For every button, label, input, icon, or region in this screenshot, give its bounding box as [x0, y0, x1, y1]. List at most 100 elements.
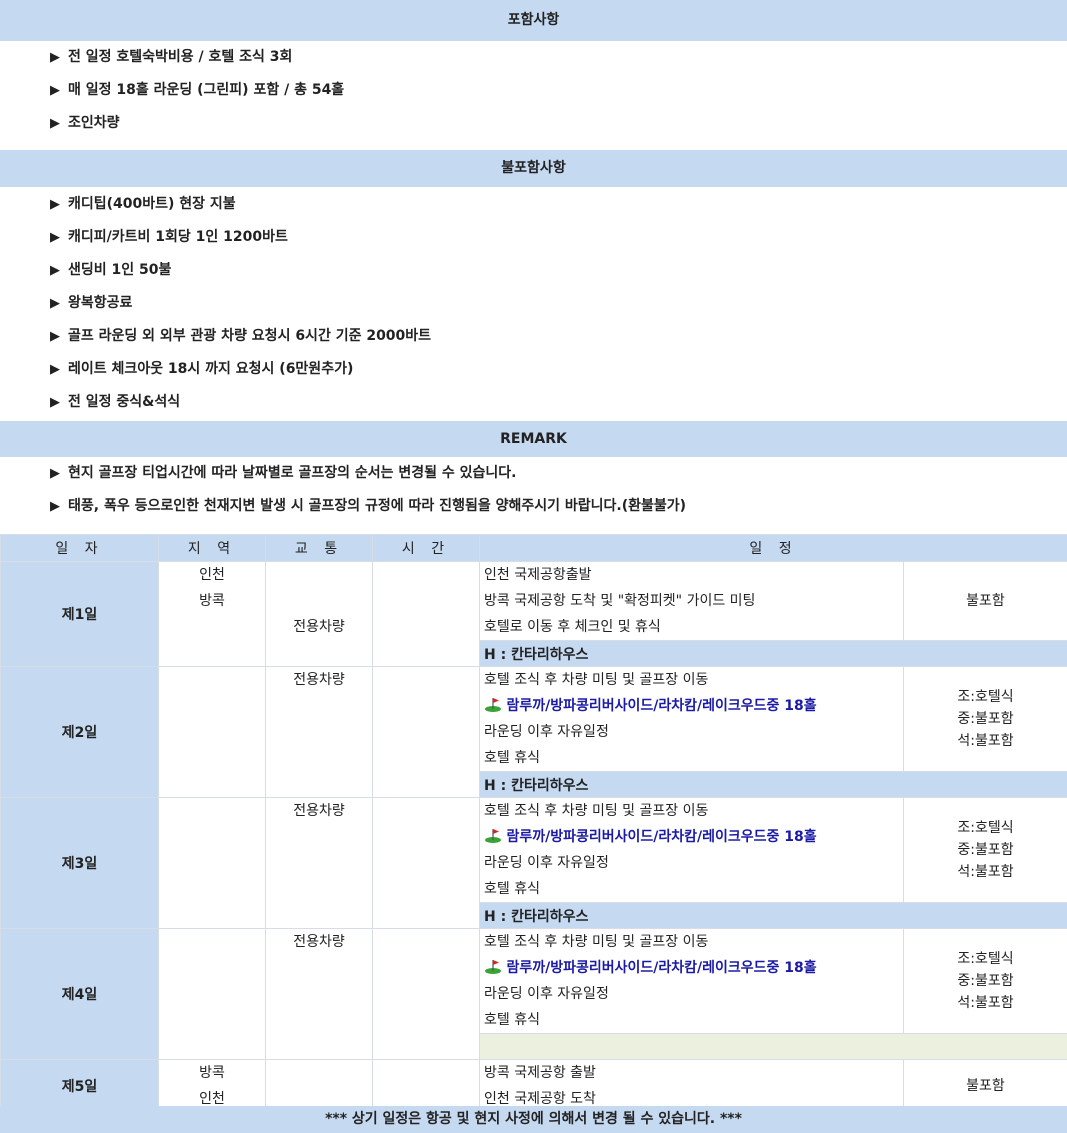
itinerary-cell: 인천 국제공항출발 방콕 국제공항 도착 및 "확정피켓" 가이드 미팅 호텔로…	[479, 561, 904, 641]
golf-flag-icon	[485, 698, 501, 712]
bullet-triangle-icon: ▶	[50, 83, 60, 98]
list-item: ▶ 전 일정 호텔숙박비용 / 호텔 조식 3회	[50, 41, 344, 74]
table-row: 제4일 전용차량 호텔 조식 후 차량 미팅 및 골프장 이동 람루까/방파콩리…	[0, 928, 1067, 1060]
included-list: ▶ 전 일정 호텔숙박비용 / 호텔 조식 3회 ▶ 매 일정 18홀 라운딩 (그…	[50, 41, 344, 140]
bullet-triangle-icon: ▶	[50, 50, 60, 65]
excluded-heading: 불포함사항	[0, 150, 1067, 187]
list-item: ▶ 레이트 체크아웃 18시 까지 요청시 (6만원추가)	[50, 353, 431, 386]
transport-label: 전용차량	[293, 934, 345, 950]
list-item: ▶ 전 일정 중식&석식	[50, 386, 431, 419]
meal-label: 조:호텔식	[957, 689, 1014, 705]
table-row: 제1일 인천 방콕 전용차량 인천 국제공항출발 방콕 국제공항 도착 및 "확…	[0, 561, 1067, 667]
transport-label: 전용차량	[293, 619, 345, 635]
golf-flag-icon	[485, 829, 501, 843]
transport-cell: 전용차량	[265, 797, 373, 929]
list-item: ▶ 조인차량	[50, 107, 344, 140]
itinerary-cell: 호텔 조식 후 차량 미팅 및 골프장 이동 람루까/방파콩리버사이드/라차캄/…	[479, 928, 904, 1034]
bullet-triangle-icon: ▶	[50, 263, 60, 278]
bullet-triangle-icon: ▶	[50, 466, 60, 481]
region-cell	[158, 666, 266, 798]
bullet-triangle-icon: ▶	[50, 362, 60, 377]
transport-cell: 전용차량	[265, 666, 373, 798]
day-label: 제2일	[0, 666, 159, 798]
itinerary-cell: 방콕 국제공항 출발 인천 국제공항 도착	[479, 1059, 904, 1113]
golf-course-line: 람루까/방파콩리버사이드/라차캄/레이크우드중 18홀	[480, 824, 903, 850]
itinerary-line: 호텔 휴식	[484, 881, 540, 897]
region-cell: 인천 방콕	[158, 561, 266, 667]
time-cell	[372, 928, 480, 1060]
list-item: ▶ 현지 골프장 티업시간에 따라 날짜별로 골프장의 순서는 변경될 수 있습니…	[50, 457, 686, 490]
meal-cell: 불포함	[903, 1059, 1067, 1113]
day-label: 제4일	[0, 928, 159, 1060]
itinerary-line: 라운딩 이후 자유일정	[484, 855, 609, 871]
bullet-triangle-icon: ▶	[50, 116, 60, 131]
meal-cell: 조:호텔식 중:불포함 석:불포함	[903, 797, 1067, 903]
day-label: 제1일	[0, 561, 159, 667]
hotel-label: H : 칸타리하우스	[479, 902, 1067, 929]
meal-label: 불포함	[966, 1078, 1005, 1094]
time-cell	[372, 561, 480, 667]
itinerary-line: 인천 국제공항출발	[484, 567, 592, 583]
itinerary-line: 호텔 조식 후 차량 미팅 및 골프장 이동	[484, 803, 709, 819]
col-header-time: 시 간	[372, 534, 480, 562]
col-header-itinerary: 일 정	[479, 534, 1067, 562]
time-cell	[372, 797, 480, 929]
meal-label: 중:불포함	[957, 711, 1014, 727]
list-item: ▶ 왕복항공료	[50, 287, 431, 320]
meal-label: 조:호텔식	[957, 951, 1014, 967]
list-item: ▶ 골프 라운딩 외 외부 관광 차량 요청시 6시간 기준 2000바트	[50, 320, 431, 353]
transport-label: 전용차량	[293, 803, 345, 819]
bullet-triangle-icon: ▶	[50, 329, 60, 344]
transport-cell	[265, 1059, 373, 1113]
bullet-triangle-icon: ▶	[50, 230, 60, 245]
bullet-triangle-icon: ▶	[50, 499, 60, 514]
golf-course-line: 람루까/방파콩리버사이드/라차캄/레이크우드중 18홀	[480, 955, 903, 981]
region-label: 인천	[199, 567, 225, 583]
itinerary-line: 라운딩 이후 자유일정	[484, 986, 609, 1002]
meal-label: 중:불포함	[957, 973, 1014, 989]
itinerary-line: 호텔 조식 후 차량 미팅 및 골프장 이동	[484, 934, 709, 950]
itinerary-line: 라운딩 이후 자유일정	[484, 724, 609, 740]
day-label: 제3일	[0, 797, 159, 929]
itinerary-line: 호텔 휴식	[484, 750, 540, 766]
excluded-list: ▶ 캐디팁(400바트) 현장 지불 ▶ 캐디피/카트비 1회당 1인 1200바트…	[50, 188, 431, 419]
col-header-day: 일 자	[0, 534, 159, 562]
remark-list: ▶ 현지 골프장 티업시간에 따라 날짜별로 골프장의 순서는 변경될 수 있습니…	[50, 457, 686, 523]
list-item: ▶ 샌딩비 1인 50불	[50, 254, 431, 287]
table-row: 제5일 방콕 인천 방콕 국제공항 출발 인천 국제공항 도착 불포함	[0, 1059, 1067, 1113]
meal-cell: 조:호텔식 중:불포함 석:불포함	[903, 928, 1067, 1034]
schedule-table: 일 자 지 역 교 통 시 간 일 정 제1일 인천 방콕 전용차량 인천 국제…	[0, 534, 1067, 1113]
transport-label: 전용차량	[293, 672, 345, 688]
list-item: ▶ 캐디팁(400바트) 현장 지불	[50, 188, 431, 221]
transport-cell: 전용차량	[265, 928, 373, 1060]
meal-cell: 조:호텔식 중:불포함 석:불포함	[903, 666, 1067, 772]
table-row: 제3일 전용차량 호텔 조식 후 차량 미팅 및 골프장 이동 람루까/방파콩리…	[0, 797, 1067, 929]
meal-cell: 불포함	[903, 561, 1067, 641]
bullet-triangle-icon: ▶	[50, 395, 60, 410]
hotel-label: H : 칸타리하우스	[479, 640, 1067, 667]
region-label: 방콕	[199, 1065, 225, 1081]
itinerary-line: 호텔로 이동 후 체크인 및 휴식	[484, 619, 661, 635]
list-item: ▶ 매 일정 18홀 라운딩 (그린피) 포함 / 총 54홀	[50, 74, 344, 107]
itinerary-line: 호텔 휴식	[484, 1012, 540, 1028]
time-cell	[372, 1059, 480, 1113]
region-cell: 방콕 인천	[158, 1059, 266, 1113]
remark-heading: REMARK	[0, 421, 1067, 457]
bullet-triangle-icon: ▶	[50, 296, 60, 311]
itinerary-line: 방콕 국제공항 도착 및 "확정피켓" 가이드 미팅	[484, 593, 756, 609]
day-label: 제5일	[0, 1059, 159, 1113]
list-item: ▶ 태풍, 폭우 등으로인한 천재지변 발생 시 골프장의 규정에 따라 진행됨을…	[50, 490, 686, 523]
time-cell	[372, 666, 480, 798]
meal-label: 조:호텔식	[957, 820, 1014, 836]
meal-label: 석:불포함	[957, 733, 1014, 749]
included-heading: 포함사항	[0, 0, 1067, 41]
meal-label: 석:불포함	[957, 995, 1014, 1011]
list-item: ▶ 캐디피/카트비 1회당 1인 1200바트	[50, 221, 431, 254]
col-header-transport: 교 통	[265, 534, 373, 562]
itinerary-line: 방콕 국제공항 출발	[484, 1065, 596, 1081]
meal-label: 석:불포함	[957, 864, 1014, 880]
meal-label: 불포함	[966, 593, 1005, 609]
itinerary-line: 호텔 조식 후 차량 미팅 및 골프장 이동	[484, 672, 709, 688]
golf-course-line: 람루까/방파콩리버사이드/라차캄/레이크우드중 18홀	[480, 693, 903, 719]
hotel-label: H : 칸타리하우스	[479, 771, 1067, 798]
